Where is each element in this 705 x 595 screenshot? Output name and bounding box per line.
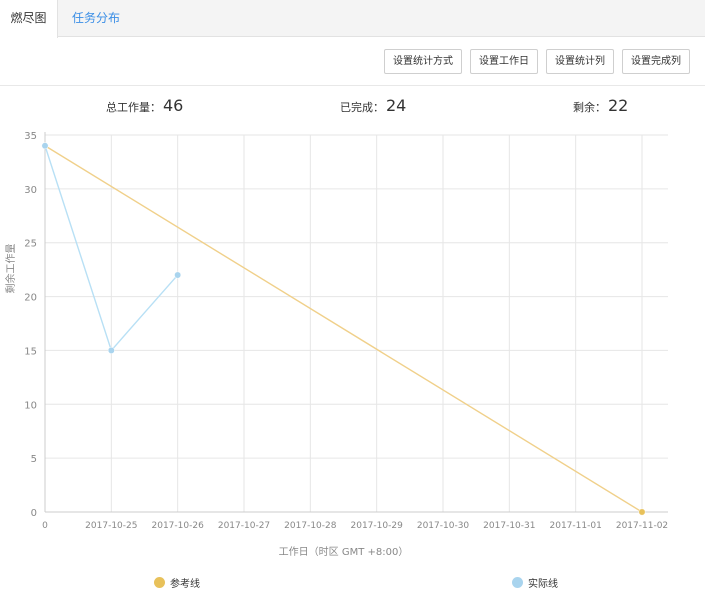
y-tick-label: 5 xyxy=(31,454,37,465)
actual-data-point xyxy=(107,346,115,354)
x-tick-label: 2017-10-27 xyxy=(218,521,270,531)
set-stat-method-button[interactable]: 设置统计方式 xyxy=(384,49,462,74)
y-tick-label: 10 xyxy=(24,400,37,411)
tab-burndown[interactable]: 燃尽图 xyxy=(0,0,58,38)
x-tick-label: 2017-10-26 xyxy=(152,521,205,531)
x-tick-label: 2017-11-02 xyxy=(616,521,668,531)
toolbar: 设置统计方式 设置工作日 设置统计列 设置完成列 xyxy=(0,37,705,86)
y-tick-label: 0 xyxy=(31,508,37,519)
actual-data-point xyxy=(174,271,182,279)
tab-bar: 燃尽图 任务分布 xyxy=(0,0,705,38)
y-tick-label: 30 xyxy=(24,185,37,196)
actual-data-point xyxy=(41,142,49,150)
legend-actual-label: 实际线 xyxy=(528,579,558,590)
tab-task-distribution[interactable]: 任务分布 xyxy=(62,0,130,37)
x-tick-label: 2017-10-31 xyxy=(483,521,535,531)
stat-done-label: 已完成： xyxy=(340,101,384,114)
x-tick-label: 2017-10-28 xyxy=(284,521,337,531)
set-workday-button[interactable]: 设置工作日 xyxy=(470,49,538,74)
legend-reference-label: 参考线 xyxy=(170,579,200,590)
stat-done: 已完成： 24 xyxy=(340,96,406,115)
x-tick-label: 2017-10-30 xyxy=(417,521,470,531)
legend-actual-marker xyxy=(512,577,523,588)
stat-remaining: 剩余： 22 xyxy=(573,96,628,115)
stat-total: 总工作量： 46 xyxy=(106,96,183,115)
y-axis-title: 剩余工作量 xyxy=(4,244,17,294)
x-axis-title: 工作日（时区 GMT +8:00） xyxy=(279,546,409,558)
y-tick-label: 25 xyxy=(24,239,37,250)
legend-actual[interactable]: 实际线 xyxy=(512,575,558,590)
legend-reference-marker xyxy=(154,577,165,588)
y-tick-label: 35 xyxy=(24,131,37,142)
stat-remaining-label: 剩余： xyxy=(573,101,606,114)
set-done-column-button[interactable]: 设置完成列 xyxy=(622,49,690,74)
reference-data-point xyxy=(638,508,646,516)
stat-total-label: 总工作量： xyxy=(106,101,161,114)
y-tick-label: 20 xyxy=(24,293,37,304)
reference-series-line xyxy=(44,145,643,513)
y-tick-label: 15 xyxy=(24,346,37,357)
burndown-chart: 0 5 10 15 20 25 30 35 0 2017-10-25 2017-10-26 2017-… xyxy=(4,131,668,558)
stat-done-value: 24 xyxy=(386,96,407,115)
legend-reference[interactable]: 参考线 xyxy=(154,575,200,590)
x-tick-label: 2017-11-01 xyxy=(550,521,602,531)
stat-remaining-value: 22 xyxy=(608,96,629,115)
x-tick-label: 0 xyxy=(42,521,48,531)
set-stat-column-button[interactable]: 设置统计列 xyxy=(546,49,614,74)
x-tick-label: 2017-10-29 xyxy=(351,521,404,531)
stat-total-value: 46 xyxy=(163,96,184,115)
x-tick-label: 2017-10-25 xyxy=(85,521,137,531)
